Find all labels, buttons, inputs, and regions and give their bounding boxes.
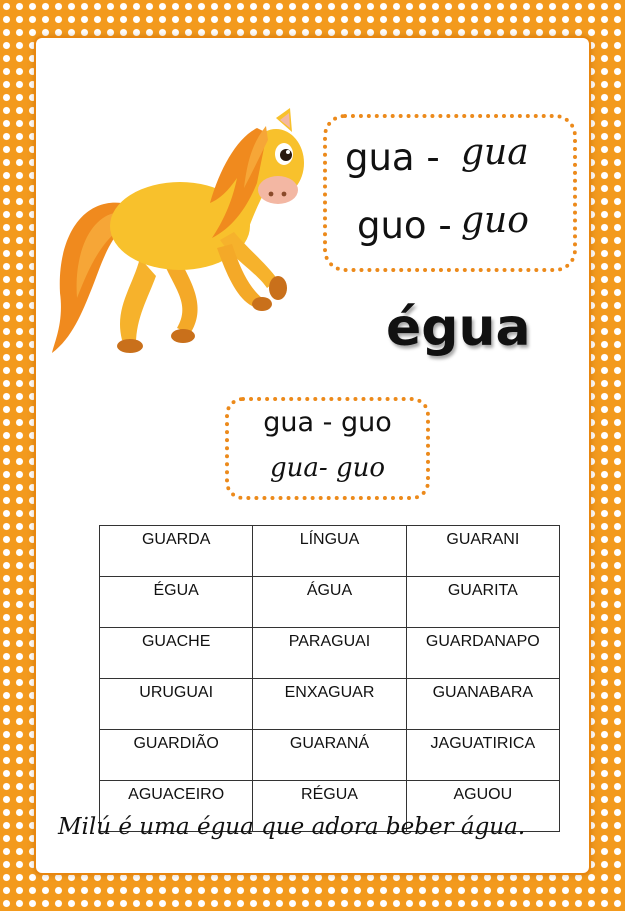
table-row: GUACHE PARAGUAI GUARDANAPO bbox=[98, 627, 561, 679]
table-cell: GUARANÁ bbox=[252, 729, 407, 781]
syllable-box-middle: gua - guo gua- guo bbox=[225, 397, 430, 500]
table-cell: GUANABARA bbox=[405, 678, 561, 730]
table-cell: JAGUATIRICA bbox=[405, 729, 561, 781]
word-table: GUARDA LÍNGUA GUARANI ÉGUA ÁGUA GUARITA … bbox=[98, 525, 561, 832]
syllable-gua-cursive: gua bbox=[461, 132, 529, 173]
table-row: ÉGUA ÁGUA GUARITA bbox=[98, 576, 561, 628]
cursive-sentence: Milú é uma égua que adora beber água. bbox=[58, 814, 526, 840]
table-cell: GUARANI bbox=[405, 525, 561, 577]
table-row: GUARDA LÍNGUA GUARANI bbox=[98, 525, 561, 577]
table-cell: GUARITA bbox=[405, 576, 561, 628]
table-row: GUARDIÃO GUARANÁ JAGUATIRICA bbox=[98, 729, 561, 781]
table-cell: ÁGUA bbox=[252, 576, 407, 628]
table-cell: ENXAGUAR bbox=[252, 678, 407, 730]
syllables-cursive: gua- guo bbox=[270, 453, 385, 483]
syllable-guo-cursive: guo bbox=[461, 200, 529, 241]
table-cell: ÉGUA bbox=[98, 576, 254, 628]
table-cell: PARAGUAI bbox=[252, 627, 407, 679]
syllable-guo-print: guo - bbox=[357, 204, 452, 247]
syllables-print: gua - guo bbox=[263, 407, 392, 438]
table-row: URUGUAI ENXAGUAR GUANABARA bbox=[98, 678, 561, 730]
table-cell: GUACHE bbox=[98, 627, 254, 679]
syllable-box-top: gua - gua guo - guo bbox=[323, 114, 577, 272]
table-cell: GUARDA bbox=[98, 525, 254, 577]
horse-illustration-icon bbox=[52, 108, 304, 353]
table-cell: GUARDANAPO bbox=[405, 627, 561, 679]
table-cell: GUARDIÃO bbox=[98, 729, 254, 781]
table-cell: LÍNGUA bbox=[252, 525, 407, 577]
title-word: égua bbox=[386, 298, 531, 358]
syllable-gua-print: gua - bbox=[345, 136, 440, 179]
table-cell: URUGUAI bbox=[98, 678, 254, 730]
